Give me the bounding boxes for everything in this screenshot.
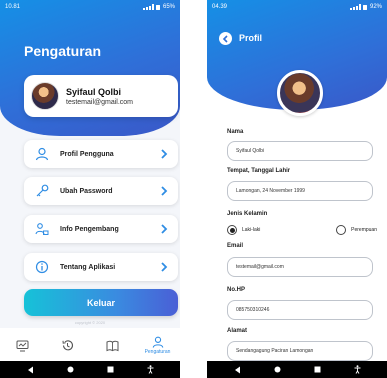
chevron-right-icon (160, 222, 168, 240)
home-circle-icon[interactable] (67, 366, 74, 373)
menu-item-info-pengembang[interactable]: Info Pengembang (24, 215, 178, 243)
accessibility-icon[interactable] (147, 365, 154, 374)
profile-email: testemail@gmail.com (66, 98, 134, 106)
copyright-text: copyright © 2020 (74, 320, 106, 325)
status-right: 65% (142, 4, 175, 10)
user-icon (34, 146, 50, 162)
radio-selected-icon (227, 225, 237, 235)
history-icon (62, 340, 74, 351)
bottom-navigation: Pengaturan (0, 328, 180, 361)
chevron-right-icon (160, 184, 168, 202)
nav-label: Pengaturan (144, 349, 171, 355)
pengaturan-screen: 10.81 65% Pengaturan Syifaul Qolbi teste… (0, 0, 180, 378)
battery-percent: 65% (162, 4, 175, 10)
back-triangle-icon[interactable] (234, 366, 241, 374)
alamat-label: Alamat (227, 328, 248, 334)
back-triangle-icon[interactable] (27, 366, 34, 374)
menu-label: Tentang Aplikasi (60, 263, 116, 271)
radio-perempuan[interactable]: Perempuan (336, 225, 377, 235)
logout-button[interactable]: Keluar (24, 289, 178, 316)
profile-name: Syifaul Qolbi (66, 86, 122, 97)
page-title: Pengaturan (24, 43, 102, 59)
recents-square-icon[interactable] (107, 366, 114, 373)
menu-label: Ubah Password (60, 187, 113, 195)
signal-icon (142, 4, 160, 10)
signal-icon (349, 4, 367, 10)
profile-card[interactable]: Syifaul Qolbi testemail@gmail.com (24, 75, 178, 117)
info-icon (34, 259, 50, 275)
menu-item-tentang-aplikasi[interactable]: Tentang Aplikasi (24, 253, 178, 281)
menu-label: Profil Pengguna (60, 150, 114, 158)
alamat-field[interactable] (227, 341, 373, 361)
back-button[interactable] (219, 32, 232, 45)
battery-percent: 92% (369, 4, 382, 10)
chevron-right-icon (160, 147, 168, 165)
radio-unselected-icon (336, 225, 347, 235)
nav-item-pengaturan[interactable]: Pengaturan (140, 331, 176, 361)
recents-square-icon[interactable] (314, 366, 321, 373)
radio-label: Laki-laki (242, 227, 261, 233)
gender-label: Jenis Kelamin (227, 211, 268, 217)
nama-field[interactable] (227, 141, 373, 161)
system-nav-bar (207, 361, 387, 378)
status-time: 04.39 (212, 4, 228, 10)
hp-field[interactable] (227, 300, 373, 320)
profil-screen: 04.39 92% Profil Nama Tempat, Tanggal La… (207, 0, 387, 378)
nav-item-book[interactable] (95, 331, 131, 361)
email-field[interactable] (227, 257, 373, 277)
email-label: Email (227, 243, 244, 249)
nav-item-monitor[interactable] (5, 331, 41, 361)
menu-label: Info Pengembang (60, 225, 119, 233)
system-nav-bar (0, 361, 180, 378)
nama-label: Nama (227, 129, 244, 135)
accessibility-icon[interactable] (354, 365, 361, 374)
status-bar: 10.81 65% (0, 0, 180, 14)
user-icon (152, 336, 163, 348)
page-title: Profil (239, 33, 263, 43)
avatar[interactable] (277, 70, 323, 116)
avatar (31, 82, 59, 110)
ttl-field[interactable] (227, 181, 373, 201)
status-bar: 04.39 92% (207, 0, 387, 14)
status-right: 92% (349, 4, 382, 10)
radio-label: Perempuan (351, 227, 377, 233)
menu-item-profil-pengguna[interactable]: Profil Pengguna (24, 140, 178, 168)
chevron-right-icon (160, 260, 168, 278)
chevron-left-icon (222, 34, 228, 43)
profile-text: Syifaul Qolbi testemail@gmail.com (66, 87, 133, 106)
radio-laki-laki[interactable]: Laki-laki (227, 225, 260, 235)
key-icon (34, 183, 50, 199)
nav-item-history[interactable] (50, 331, 86, 361)
ttl-label: Tempat, Tanggal Lahir (227, 168, 291, 174)
gender-radio-group: Laki-laki Perempuan (227, 225, 377, 235)
hp-label: No.HP (227, 287, 245, 293)
developers-icon (34, 221, 50, 237)
home-circle-icon[interactable] (274, 366, 281, 373)
book-icon (106, 340, 119, 351)
menu-item-ubah-password[interactable]: Ubah Password (24, 177, 178, 205)
status-time: 10.81 (5, 4, 21, 10)
monitor-icon (16, 340, 29, 351)
